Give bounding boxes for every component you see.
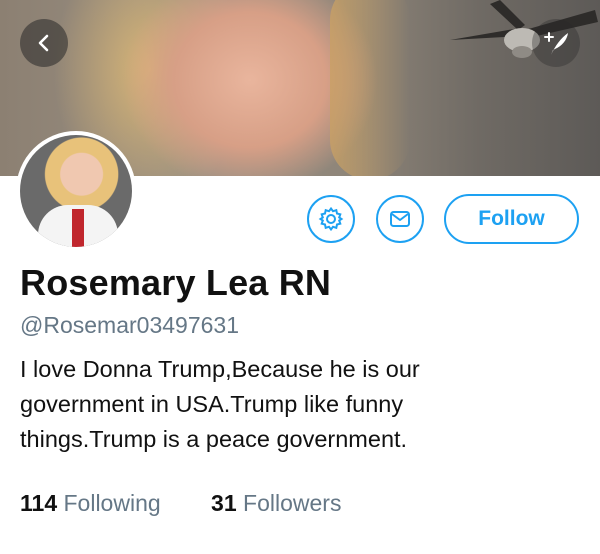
following-label: Following <box>63 490 161 516</box>
followers-label: Followers <box>243 490 342 516</box>
bio-line: things.Trump is a peace government. <box>20 426 408 452</box>
profile-name: Rosemary Lea RN <box>20 262 332 303</box>
message-button[interactable] <box>376 195 424 243</box>
bio-line: I love Donna Trump,Because he is our <box>20 356 420 382</box>
chevron-left-icon <box>38 34 49 52</box>
followers-count: 31 <box>211 490 237 516</box>
following-count: 114 <box>20 490 58 516</box>
settings-button[interactable] <box>307 195 355 243</box>
compose-tweet-button[interactable] <box>532 19 580 67</box>
avatar-photo <box>20 135 132 247</box>
back-button[interactable] <box>20 19 68 67</box>
profile-stats: 114 Following 31 Followers <box>20 490 341 517</box>
envelope-icon <box>390 211 410 227</box>
profile-handle: @Rosemar03497631 <box>20 312 239 338</box>
follow-button[interactable]: Follow <box>444 194 579 244</box>
compose-tweet-icon <box>544 32 568 55</box>
avatar[interactable] <box>16 131 136 251</box>
bio-line: government in USA.Trump like funny <box>20 391 404 417</box>
profile-bio: I love Donna Trump,Because he is our gov… <box>20 352 580 457</box>
followers-link[interactable]: 31 Followers <box>211 490 341 517</box>
gear-icon <box>318 206 344 232</box>
following-link[interactable]: 114 Following <box>20 490 161 517</box>
